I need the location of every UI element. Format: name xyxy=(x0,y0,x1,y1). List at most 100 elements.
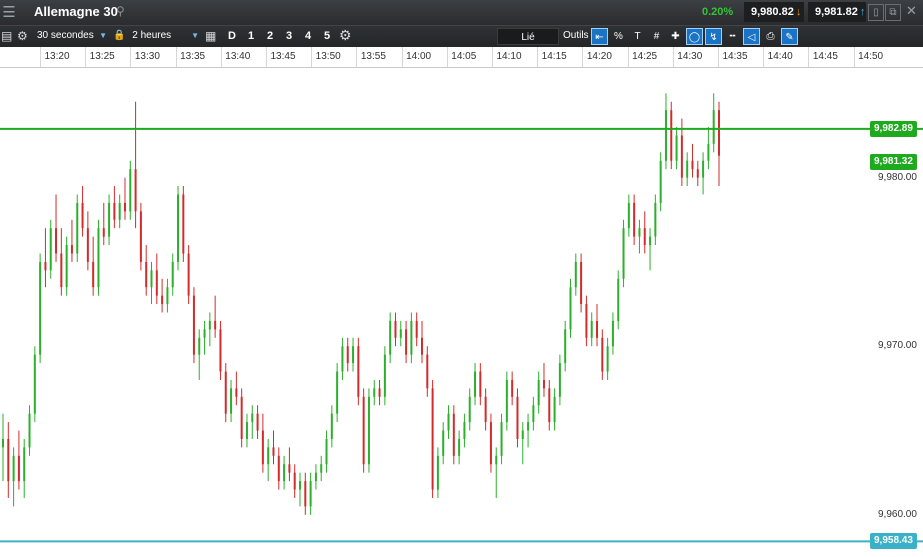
candle-body xyxy=(17,455,20,482)
candle xyxy=(489,413,492,473)
period-button-2[interactable]: 2 xyxy=(267,30,273,42)
candle-body xyxy=(410,320,413,355)
candle-body xyxy=(224,371,227,414)
candle-body xyxy=(696,169,699,178)
percent-toggle[interactable]: % xyxy=(610,28,627,45)
candle-body xyxy=(521,430,524,439)
candle-body xyxy=(33,354,36,414)
sell-price-button[interactable]: 9,980.82 ↓ xyxy=(744,2,804,22)
candle xyxy=(691,143,694,178)
candle-body xyxy=(203,329,206,338)
candle xyxy=(447,405,450,439)
candle xyxy=(33,346,36,423)
reference-line-label: 9,982.89 xyxy=(870,120,917,137)
candle-body xyxy=(70,245,73,254)
time-tick-separator xyxy=(130,47,132,67)
candle xyxy=(330,405,333,448)
edit-icon[interactable]: ✎ xyxy=(781,28,798,45)
candle-body xyxy=(245,422,248,439)
candle-body xyxy=(718,110,720,156)
candle-body xyxy=(527,422,530,431)
period-button-d[interactable]: D xyxy=(228,30,236,42)
chart-type-icon[interactable]: ↯ xyxy=(705,28,722,45)
linked-button[interactable]: Lié xyxy=(497,28,559,45)
candle xyxy=(601,329,604,380)
interval-dropdown[interactable]: 30 secondes ▼ xyxy=(37,28,107,44)
candle xyxy=(134,101,137,229)
candle xyxy=(187,245,190,305)
time-tick-label: 14:10 xyxy=(496,51,522,62)
candle xyxy=(558,354,561,406)
period-button-5[interactable]: 5 xyxy=(324,30,330,42)
draw-line-icon[interactable]: ◯ xyxy=(686,28,703,45)
candle-body xyxy=(574,261,577,288)
candle xyxy=(474,363,477,406)
candle-body xyxy=(702,160,705,178)
period-button-3[interactable]: 3 xyxy=(286,30,292,42)
print-icon[interactable]: ⎙ xyxy=(762,28,779,45)
reference-line-label: 9,958.43 xyxy=(870,533,917,550)
candle-body xyxy=(601,337,604,372)
buy-price: 9,981.82 xyxy=(815,6,858,18)
candle-body xyxy=(314,472,317,482)
candle-body xyxy=(638,228,641,237)
candle-body xyxy=(542,379,545,389)
candle-body xyxy=(495,455,498,465)
candle-body xyxy=(113,202,116,220)
tools-label[interactable]: Outils xyxy=(563,30,589,41)
settings-icon[interactable]: ⚙ xyxy=(17,29,28,43)
price-chart[interactable] xyxy=(0,68,923,557)
candle-body xyxy=(192,295,195,355)
candle xyxy=(606,337,609,380)
candle xyxy=(463,413,466,448)
period-button-4[interactable]: 4 xyxy=(305,30,311,42)
hamburger-icon[interactable]: ☰ xyxy=(0,3,18,22)
candle-body xyxy=(479,371,482,397)
candle-body xyxy=(102,228,105,237)
candle xyxy=(378,379,381,406)
time-tick-separator xyxy=(808,47,810,67)
candle-body xyxy=(452,413,455,456)
grid-icon[interactable]: # xyxy=(648,28,665,45)
period-button-1[interactable]: 1 xyxy=(248,30,254,42)
crosshair-icon[interactable]: ✚ xyxy=(667,28,684,45)
candle-body xyxy=(505,379,508,423)
reset-zoom-icon[interactable]: ⇤ xyxy=(591,28,608,45)
candle-body xyxy=(39,261,42,355)
close-icon[interactable]: ✕ xyxy=(906,3,917,19)
price-tick-label: 9,960.00 xyxy=(878,508,917,520)
buy-price-button[interactable]: 9,981.82 ↑ xyxy=(808,2,866,22)
time-tick-separator xyxy=(853,47,855,67)
candle-body xyxy=(55,228,58,254)
candle xyxy=(548,379,551,431)
time-tick-label: 13:30 xyxy=(134,51,160,62)
candle xyxy=(675,127,678,170)
candle-body xyxy=(108,202,111,237)
time-tick-separator xyxy=(627,47,629,67)
list-icon[interactable]: ▤ xyxy=(1,29,12,43)
restore-window-icon[interactable]: ⧉ xyxy=(885,4,901,21)
candle-body xyxy=(516,396,519,439)
candle xyxy=(654,194,657,246)
candle-body xyxy=(367,396,370,465)
candle xyxy=(611,312,614,355)
candle-body xyxy=(182,194,185,254)
candle xyxy=(145,245,148,296)
gear-icon[interactable]: ⚙ xyxy=(339,27,352,44)
time-tick-separator xyxy=(672,47,674,67)
range-dropdown[interactable]: 🔒 2 heures ▼ xyxy=(113,28,199,44)
search-icon[interactable]: ⚲ xyxy=(116,4,125,18)
interval-value: 30 secondes xyxy=(37,30,94,41)
candle xyxy=(415,312,418,347)
panel-toggle-icon[interactable]: ▯ xyxy=(868,4,884,21)
calendar-icon[interactable]: ▦ xyxy=(205,29,216,43)
candles-icon[interactable]: ╍ xyxy=(724,28,741,45)
price-tag-icon[interactable]: ◁ xyxy=(743,28,760,45)
candle xyxy=(76,194,79,262)
time-tick-label: 13:45 xyxy=(270,51,296,62)
text-tool[interactable]: T xyxy=(629,28,646,45)
candle-body xyxy=(420,337,423,355)
candle xyxy=(479,363,482,406)
candle-body xyxy=(643,228,646,246)
candle xyxy=(580,253,583,313)
